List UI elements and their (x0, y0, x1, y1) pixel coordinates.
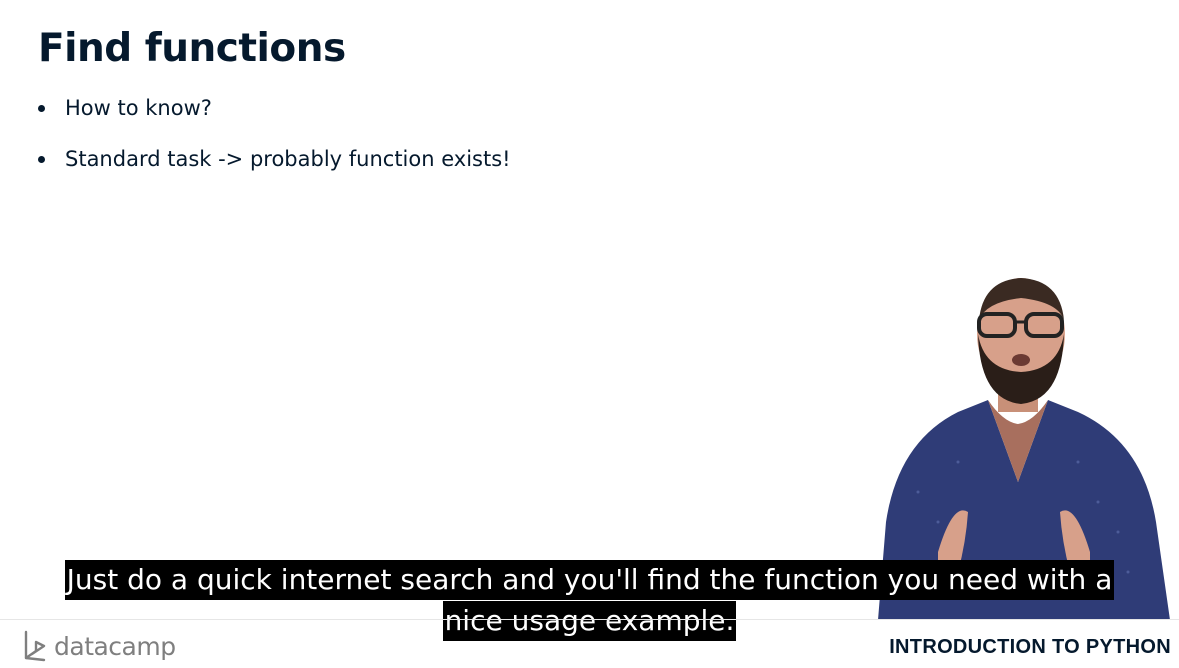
bullet-item: Standard task -> probably function exist… (38, 143, 511, 194)
course-title: INTRODUCTION TO PYTHON (889, 636, 1171, 658)
bullet-dot-icon (38, 105, 45, 112)
logo-wordmark: datacamp (54, 631, 176, 661)
datacamp-logo: datacamp (22, 630, 176, 662)
datacamp-logo-icon (24, 630, 46, 662)
bullet-item: How to know? (38, 92, 511, 143)
slide-title: Find functions (38, 26, 346, 71)
bullet-dot-icon (38, 156, 45, 163)
subtitle-line: Just do a quick internet search and you'… (64, 560, 1115, 600)
bullet-text: How to know? (65, 96, 212, 120)
bullet-text: Standard task -> probably function exist… (65, 147, 511, 171)
bullet-list: How to know? Standard task -> probably f… (38, 92, 511, 194)
footer-divider (0, 619, 1179, 620)
subtitles: Just do a quick internet search and you'… (0, 560, 1179, 642)
subtitle-line: nice usage example. (442, 601, 737, 641)
